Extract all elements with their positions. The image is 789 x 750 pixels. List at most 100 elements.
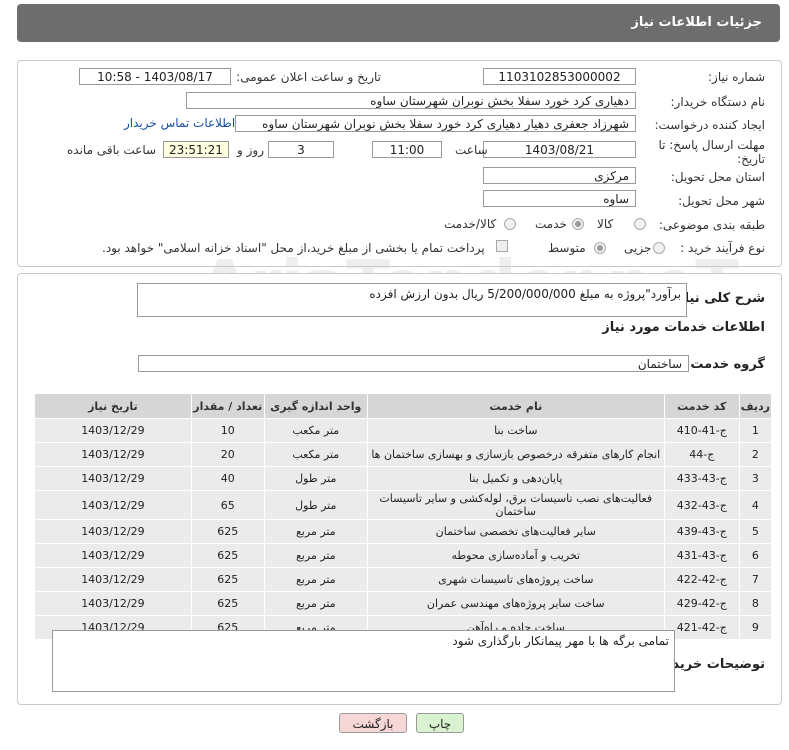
back-button[interactable]: بازگشت — [339, 713, 407, 733]
unit-cell: متر مربع — [264, 592, 367, 615]
unit-cell: متر مکعب — [264, 419, 367, 442]
unit-cell: متر طول — [264, 491, 367, 519]
row-number-cell: 8 — [739, 592, 771, 615]
need-number-label: شماره نیاز: — [708, 70, 765, 84]
table-row: 4 ج-43-432 فعالیت‌های نصب تاسیسات برق، لول… — [35, 491, 771, 519]
deadline-date-field: 1403/08/21 — [483, 141, 636, 158]
row-number-cell: 2 — [739, 443, 771, 466]
need-date-cell: 1403/12/29 — [35, 592, 191, 615]
page-title: جزئیات اطلاعات نیاز — [631, 15, 762, 30]
summary-textarea[interactable]: برآورد"پروژه به مبلغ 5/200/000/000 ریال … — [137, 283, 687, 317]
need-date-cell: 1403/12/29 — [35, 467, 191, 490]
deadline-time-field: 11:00 — [372, 141, 442, 158]
col-header-date: تاریخ نیاز — [35, 394, 191, 418]
unit-cell: متر مربع — [264, 568, 367, 591]
col-header-row-number: ردیف — [739, 394, 771, 418]
table-row: 3 ج-43-433 پایان‌دهی و تکمیل بنا متر طول 40 1… — [35, 467, 771, 490]
service-code-cell: ج-43-431 — [664, 544, 739, 567]
service-name-cell: ساخت بنا — [367, 419, 664, 442]
remaining-time-label: ساعت باقی مانده — [67, 143, 157, 157]
announce-datetime-field: 1403/08/17 - 10:58 — [79, 68, 231, 85]
services-section-title: اطلاعات خدمات مورد نیاز — [602, 320, 765, 335]
service-name-cell: فعالیت‌های نصب تاسیسات برق، لوله‌کشی و س… — [367, 491, 664, 519]
service-code-cell: ج-43-433 — [664, 467, 739, 490]
need-date-cell: 1403/12/29 — [35, 491, 191, 519]
service-code-cell: ج-41-410 — [664, 419, 739, 442]
service-code-cell: ج-43-432 — [664, 491, 739, 519]
row-number-cell: 5 — [739, 520, 771, 543]
service-group-label: گروه خدمت: — [685, 357, 765, 372]
service-name-cell: پایان‌دهی و تکمیل بنا — [367, 467, 664, 490]
service-name-cell: انجام کارهای متفرقه درخصوص بازسازی و بهس… — [367, 443, 664, 466]
unit-cell: متر طول — [264, 467, 367, 490]
need-date-cell: 1403/12/29 — [35, 419, 191, 442]
row-number-cell: 1 — [739, 419, 771, 442]
need-date-cell: 1403/12/29 — [35, 520, 191, 543]
deadline-time-label: ساعت — [455, 143, 488, 157]
service-code-cell: ج-42-429 — [664, 592, 739, 615]
category-label: طبقه بندی موضوعی: — [658, 218, 765, 232]
service-name-cell: تخریب و آماده‌سازی محوطه — [367, 544, 664, 567]
table-row: 8 ج-42-429 ساخت سایر پروژه‌های مهندسی عمرا… — [35, 592, 771, 615]
need-date-cell: 1403/12/29 — [35, 568, 191, 591]
service-name-cell: سایر فعالیت‌های تخصصی ساختمان — [367, 520, 664, 543]
need-number-field: 1103102853000002 — [483, 68, 636, 85]
col-header-qty: تعداد / مقدار — [191, 394, 264, 418]
table-row: 7 ج-42-422 ساخت پروژه‌های تاسیسات شهری متر … — [35, 568, 771, 591]
col-header-name: نام خدمت — [367, 394, 664, 418]
buyer-notes-textarea[interactable]: تمامی برگه ها با مهر پیمانکار بارگذاری ش… — [52, 630, 675, 692]
services-table: ردیف کد خدمت نام خدمت واحد اندازه گیری ت… — [34, 393, 772, 640]
unit-cell: متر مربع — [264, 544, 367, 567]
unit-cell: متر مکعب — [264, 443, 367, 466]
creator-field: شهرزاد جعفری دهیار دهیاری کرد خورد سفلا … — [235, 115, 636, 132]
contact-info-link[interactable]: اطلاعات تماس خریدار — [124, 116, 235, 130]
service-code-cell: ج-44 — [664, 443, 739, 466]
quantity-cell: 625 — [191, 592, 264, 615]
service-code-cell: ج-42-422 — [664, 568, 739, 591]
quantity-cell: 625 — [191, 568, 264, 591]
category-option-goods: کالا — [597, 217, 614, 231]
category-radio-service[interactable] — [572, 218, 584, 230]
table-row: 6 ج-43-431 تخریب و آماده‌سازی محوطه متر مرب… — [35, 544, 771, 567]
row-number-cell: 6 — [739, 544, 771, 567]
need-date-cell: 1403/12/29 — [35, 544, 191, 567]
quantity-cell: 625 — [191, 544, 264, 567]
table-row: 5 ج-43-439 سایر فعالیت‌های تخصصی ساختمان مت… — [35, 520, 771, 543]
row-number-cell: 4 — [739, 491, 771, 519]
table-row: 2 ج-44 انجام کارهای متفرقه درخصوص بازسازی … — [35, 443, 771, 466]
service-group-field: ساختمان — [138, 355, 689, 372]
service-code-cell: ج-42-421 — [664, 616, 739, 639]
need-date-cell: 1403/12/29 — [35, 443, 191, 466]
col-header-code: کد خدمت — [664, 394, 739, 418]
remaining-time-field: 23:51:21 — [163, 141, 229, 158]
quantity-cell: 625 — [191, 520, 264, 543]
service-code-cell: ج-43-439 — [664, 520, 739, 543]
deadline-label: مهلت ارسال پاسخ: تا تاریخ: — [658, 138, 765, 166]
creator-label: ایجاد کننده درخواست: — [654, 118, 765, 132]
category-option-service: خدمت — [535, 217, 567, 231]
buyer-org-label: نام دستگاه خریدار: — [670, 95, 766, 109]
quantity-cell: 40 — [191, 467, 264, 490]
row-number-cell: 9 — [739, 616, 771, 639]
province-field: مرکزی — [483, 167, 636, 184]
quantity-cell: 20 — [191, 443, 264, 466]
announce-label: تاریخ و ساعت اعلان عمومی: — [236, 70, 381, 84]
col-header-unit: واحد اندازه گیری — [264, 394, 367, 418]
city-field: ساوه — [483, 190, 636, 207]
service-name-cell: ساخت سایر پروژه‌های مهندسی عمران — [367, 592, 664, 615]
service-name-cell: ساخت پروژه‌های تاسیسات شهری — [367, 568, 664, 591]
row-number-cell: 3 — [739, 467, 771, 490]
category-radio-goods[interactable] — [634, 218, 646, 230]
buyer-org-field: دهیاری کرد خورد سفلا بخش نوبران شهرستان … — [186, 92, 636, 109]
city-label: شهر محل تحویل: — [678, 194, 765, 208]
quantity-cell: 10 — [191, 419, 264, 442]
category-radio-goods-service[interactable] — [504, 218, 516, 230]
days-label: روز و — [237, 143, 264, 157]
days-remaining-field: 3 — [268, 141, 334, 158]
province-label: استان محل تحویل: — [670, 170, 765, 184]
table-row: 1 ج-41-410 ساخت بنا متر مکعب 10 1403/12/29 — [35, 419, 771, 442]
page-header: جزئیات اطلاعات نیاز — [17, 4, 780, 42]
unit-cell: متر مربع — [264, 520, 367, 543]
print-button[interactable]: چاپ — [416, 713, 464, 733]
category-option-goods-service: کالا/خدمت — [444, 217, 497, 231]
